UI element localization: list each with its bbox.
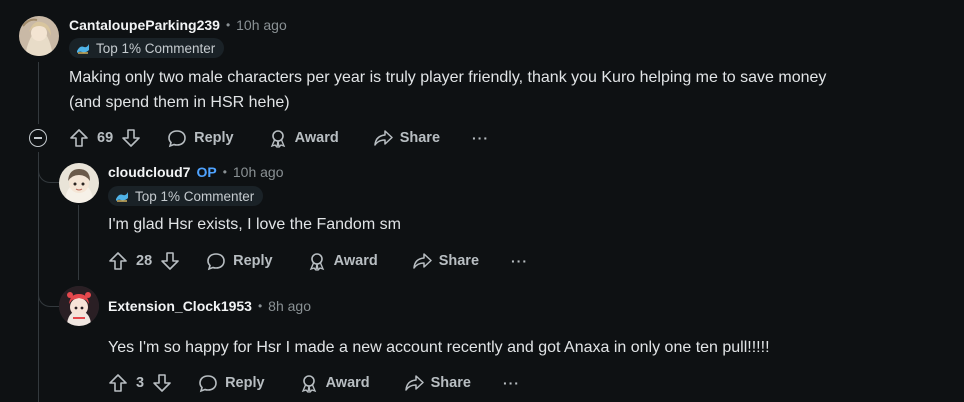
flair-wave-icon bbox=[116, 192, 128, 202]
downvote-icon[interactable] bbox=[152, 373, 172, 393]
reply-button[interactable]: Reply bbox=[206, 251, 273, 271]
avatar-image-cloudcloud bbox=[59, 163, 99, 203]
separator-dot: • bbox=[222, 165, 227, 179]
thread-line-reply-1 bbox=[78, 205, 79, 280]
award-icon bbox=[309, 253, 324, 271]
upvote-icon[interactable] bbox=[69, 128, 89, 148]
share-label: Share bbox=[438, 253, 480, 269]
award-label: Award bbox=[294, 130, 339, 146]
award-icon bbox=[270, 130, 285, 148]
separator-dot: • bbox=[225, 18, 231, 32]
award-button[interactable]: Award bbox=[307, 251, 378, 271]
reply-bubble-icon bbox=[207, 253, 225, 271]
comment-actions: 3 Reply Award Share ··· bbox=[108, 371, 520, 395]
username[interactable]: cloudcloud7 bbox=[108, 164, 190, 180]
collapse-minus-icon bbox=[34, 137, 42, 139]
avatar[interactable] bbox=[19, 16, 59, 56]
user-flair: Top 1% Commenter bbox=[108, 186, 264, 206]
timestamp[interactable]: 10h ago bbox=[236, 17, 287, 33]
thread-line-root-lower bbox=[38, 152, 39, 402]
share-button[interactable]: Share bbox=[412, 251, 479, 271]
vote-count: 69 bbox=[97, 130, 114, 146]
reply-bubble-icon bbox=[168, 130, 186, 148]
comment-header: Extension_Clock1953 • 8h ago bbox=[108, 296, 311, 316]
comment-text-line: Yes I'm so happy for Hsr I made a new ac… bbox=[108, 339, 770, 356]
user-flair: Top 1% Commenter bbox=[69, 38, 225, 58]
avatar-image-extension-clock bbox=[59, 286, 99, 326]
flair-text: Top 1% Commenter bbox=[135, 188, 255, 204]
comment-body: Yes I'm so happy for Hsr I made a new ac… bbox=[108, 335, 948, 360]
comment-body: Making only two male characters per year… bbox=[69, 65, 949, 115]
username[interactable]: Extension_Clock1953 bbox=[108, 298, 252, 314]
award-icon bbox=[301, 375, 316, 393]
comment-body: I'm glad Hsr exists, I love the Fandom s… bbox=[108, 212, 948, 237]
downvote-icon[interactable] bbox=[160, 251, 180, 271]
op-badge: OP bbox=[196, 164, 217, 180]
comment-text-line: I'm glad Hsr exists, I love the Fandom s… bbox=[108, 216, 401, 233]
share-arrow-icon bbox=[373, 130, 393, 146]
comment-actions: 28 Reply Award Share ··· bbox=[108, 249, 528, 273]
avatar[interactable] bbox=[59, 286, 99, 326]
comment-text-line: Making only two male characters per year… bbox=[69, 69, 827, 86]
share-arrow-icon bbox=[404, 375, 424, 391]
avatar[interactable] bbox=[59, 163, 99, 203]
award-label: Award bbox=[325, 375, 370, 391]
collapse-button[interactable] bbox=[29, 129, 47, 147]
reply-label: Reply bbox=[194, 130, 234, 146]
award-button[interactable]: Award bbox=[299, 373, 370, 393]
upvote-icon[interactable] bbox=[108, 373, 128, 393]
vote-count: 3 bbox=[136, 375, 145, 391]
comment-header: cloudcloud7 OP • 10h ago bbox=[108, 162, 284, 182]
thread-line-root bbox=[38, 62, 39, 124]
share-button[interactable]: Share bbox=[373, 128, 440, 148]
separator-dot: • bbox=[257, 299, 263, 313]
vote-count: 28 bbox=[136, 253, 153, 269]
reply-button[interactable]: Reply bbox=[167, 128, 234, 148]
reply-bubble-icon bbox=[199, 375, 217, 393]
flair-text: Top 1% Commenter bbox=[96, 40, 216, 56]
comment-actions: 69 Reply Award Share ··· bbox=[69, 126, 489, 150]
comment-header: CantaloupeParking239 • 10h ago bbox=[69, 15, 287, 35]
comment-text-line: (and spend them in HSR hehe) bbox=[69, 94, 290, 111]
username[interactable]: CantaloupeParking239 bbox=[69, 17, 220, 33]
more-options-button[interactable]: ··· bbox=[472, 130, 489, 146]
share-button[interactable]: Share bbox=[404, 373, 471, 393]
share-label: Share bbox=[430, 375, 471, 391]
timestamp[interactable]: 10h ago bbox=[233, 164, 284, 180]
reply-label: Reply bbox=[225, 375, 265, 391]
flair-wave-icon bbox=[77, 44, 89, 54]
share-arrow-icon bbox=[412, 253, 432, 269]
timestamp[interactable]: 8h ago bbox=[268, 298, 311, 314]
downvote-icon[interactable] bbox=[121, 128, 141, 148]
award-label: Award bbox=[333, 253, 378, 269]
thread-elbow-reply-2 bbox=[38, 286, 59, 307]
award-button[interactable]: Award bbox=[268, 128, 339, 148]
share-label: Share bbox=[399, 130, 441, 146]
upvote-icon[interactable] bbox=[108, 251, 128, 271]
avatar-image-cantaloupe bbox=[19, 16, 59, 56]
reply-label: Reply bbox=[233, 253, 273, 269]
more-options-button[interactable]: ··· bbox=[503, 375, 520, 391]
more-options-button[interactable]: ··· bbox=[511, 253, 528, 269]
reply-button[interactable]: Reply bbox=[198, 373, 265, 393]
thread-elbow-reply-1 bbox=[38, 166, 59, 183]
